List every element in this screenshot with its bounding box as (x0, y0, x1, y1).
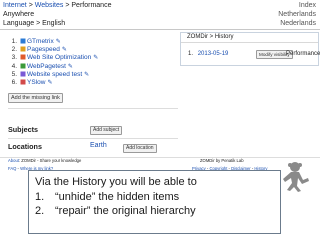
list-item-number: 1. (11, 38, 17, 45)
caption-item-text: “unhide” the hidden items (55, 190, 180, 203)
language-row: Language > English Nederlands (0, 19, 320, 28)
breadcrumb-internet[interactable]: Internet (3, 2, 27, 9)
list-item-number: 5. (11, 70, 17, 78)
language-value[interactable]: English (42, 20, 65, 27)
add-missing-link-button[interactable]: Add the missing link (8, 93, 63, 103)
add-location-button[interactable]: Add location (123, 144, 157, 153)
popup-header: ZOMDir > History (181, 33, 318, 43)
pencil-icon[interactable]: ✎ (62, 47, 67, 53)
breadcrumb-websites[interactable]: Websites (35, 2, 64, 9)
netherlands-link[interactable]: Netherlands (278, 10, 316, 19)
section-divider (8, 138, 178, 139)
list-item: 6. YSlow ✎ (3, 79, 173, 87)
location-row: Anywhere Netherlands (0, 10, 320, 19)
pencil-icon[interactable]: ✎ (93, 55, 98, 61)
add-subject-button[interactable]: Add subject (90, 126, 123, 135)
favicon (20, 54, 26, 60)
favicon (20, 63, 26, 69)
site-link-pagespeed[interactable]: Pagespeed (27, 46, 60, 53)
language-label: Language > (3, 20, 43, 27)
footer-credit[interactable]: ZOMDir by Penatik Lab (200, 158, 244, 164)
list-item-number: 3. (11, 54, 17, 62)
history-entry-date[interactable]: 2013-05-19 (198, 51, 229, 57)
section-divider (8, 108, 178, 109)
about-text: : ZOMDir - Share your knowledge (18, 158, 82, 163)
site-link-yslow[interactable]: YSlow (27, 79, 45, 86)
list-item: 3. Web Site Optimization ✎ (3, 54, 173, 62)
caption-box: Via the History you will be able to 1. “u… (28, 170, 281, 234)
caption-item-2: 2. “repair” the original hierarchy (35, 204, 274, 219)
header-divider (0, 29, 320, 30)
pencil-icon[interactable]: ✎ (84, 72, 89, 78)
favicon (20, 71, 26, 77)
index-link[interactable]: Index (299, 1, 316, 10)
pencil-icon[interactable]: ✎ (68, 64, 73, 70)
history-entry-number: 1. (188, 51, 194, 57)
list-item-number: 6. (11, 78, 17, 86)
breadcrumb: Internet > Websites > Performance Index (0, 1, 320, 10)
about-link[interactable]: About (8, 158, 19, 163)
subjects-label: Subjects (8, 125, 38, 134)
history-popup: ZOMDir > History 1. 2013-05-19 Modify vi… (180, 32, 320, 66)
favicon (20, 79, 26, 85)
site-list: 1. GTmetrix ✎ 2. Pagespeed ✎ 3. Web Site Opti… (3, 38, 173, 87)
site-link-web-site-optimization[interactable]: Web Site Optimization (27, 54, 91, 61)
caption-item-number: 2. (35, 205, 45, 217)
site-link-gtmetrix[interactable]: GTmetrix (27, 38, 54, 45)
list-item-number: 2. (11, 46, 17, 54)
caption-item-1: 1. “unhide” the hidden items (35, 190, 274, 205)
caption-item-text: “repair” the original hierarchy (55, 205, 196, 217)
history-entry-label: Performance (286, 51, 320, 57)
site-link-website-speed-test[interactable]: Website speed test (27, 71, 82, 78)
history-entry: 1. 2013-05-19 (188, 50, 228, 58)
favicon (20, 46, 26, 52)
popup-title: ZOMDir > History (187, 34, 234, 40)
list-item: 1. GTmetrix ✎ (3, 38, 173, 46)
monkey-logo-icon (283, 162, 309, 192)
pencil-icon[interactable]: ✎ (47, 80, 52, 86)
caption-item-number: 1. (35, 190, 45, 203)
breadcrumb-separator: > (26, 2, 35, 9)
site-link-webpagetest[interactable]: WebPagetest (27, 63, 66, 70)
locations-label: Locations (8, 142, 42, 151)
caption-intro: Via the History you will be able to (35, 176, 197, 188)
list-item: 2. Pagespeed ✎ (3, 46, 173, 54)
nederlands-link[interactable]: Nederlands (280, 19, 316, 28)
list-item: 4. WebPagetest ✎ (3, 63, 173, 71)
location-anywhere[interactable]: Anywhere (3, 10, 34, 19)
footer-about: About: ZOMDir - Share your knowledge (8, 158, 81, 164)
list-item-number: 4. (11, 62, 17, 70)
breadcrumb-current: Performance (71, 2, 112, 9)
pencil-icon[interactable]: ✎ (56, 39, 61, 45)
list-item: 5. Website speed test ✎ (3, 71, 173, 79)
favicon (20, 38, 26, 44)
location-earth-link[interactable]: Earth (90, 142, 107, 149)
